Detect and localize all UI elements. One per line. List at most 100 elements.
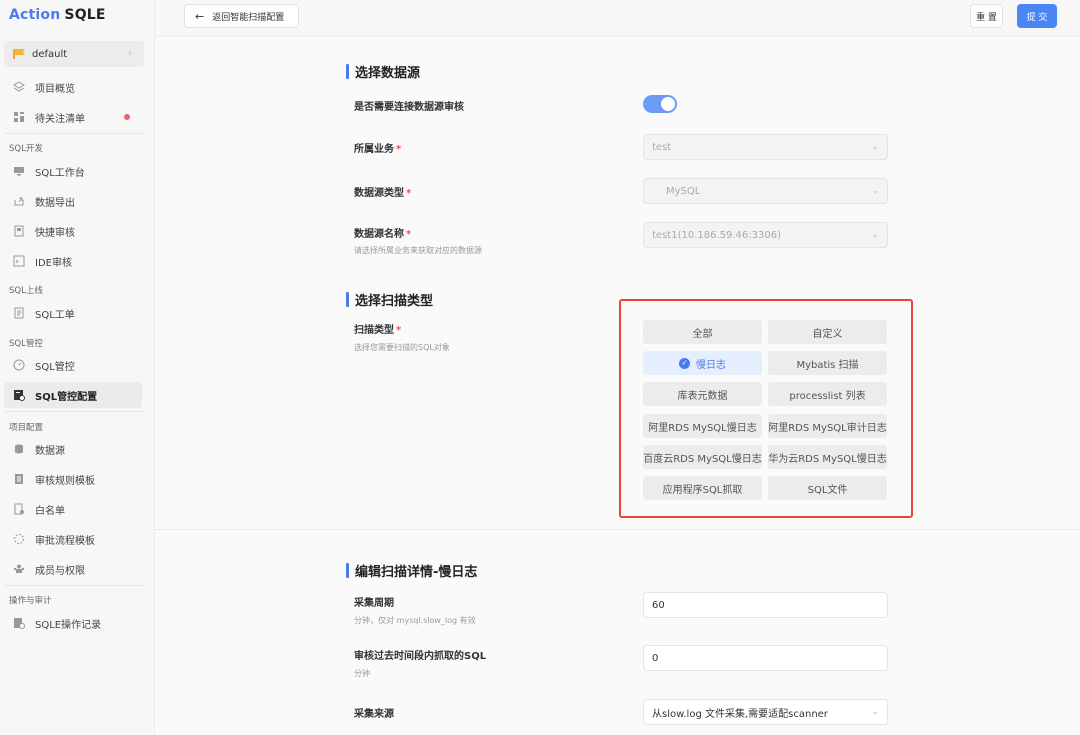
dbtype-select[interactable]: MySQL ⌄ [643, 178, 888, 204]
section-title-ops-audit: 操作与审计 [9, 596, 52, 606]
sidebar-item-data-export[interactable]: 数据导出 [4, 188, 142, 214]
section-title-project-config: 项目配置 [9, 423, 44, 433]
whitelist-icon [14, 503, 24, 515]
dbname-select[interactable]: test1(10.186.59.46:3306) ⌄ [643, 222, 888, 248]
chevron-down-icon: ⌄ [871, 142, 879, 152]
sidebar-divider [4, 411, 144, 412]
sidebar-item-approval-flow[interactable]: 审批流程模板 [4, 526, 142, 552]
scan-option-aliyun-slow[interactable]: 阿里RDS MySQL慢日志 [643, 414, 762, 438]
sidebar-item-overview[interactable]: 项目概览 [4, 74, 142, 100]
scan-option-baidu-slow[interactable]: 百度云RDS MySQL慢日志 [643, 445, 762, 469]
source-select[interactable]: 从slow.log 文件采集,需要适配scanner ⌄ [643, 699, 888, 725]
sidebar-item-label: 数据导出 [35, 197, 75, 209]
past-period-input[interactable]: 0 [643, 645, 888, 671]
chevron-down-icon: ⌄ [871, 186, 879, 196]
scan-option-slow-log[interactable]: ✓ 慢日志 [643, 351, 762, 375]
list-doc-icon [15, 474, 23, 484]
scan-option-sql-file[interactable]: SQL文件 [768, 476, 887, 500]
database-icon [15, 444, 23, 454]
dashboard-icon [14, 112, 24, 122]
logo-action-text: Action [9, 7, 61, 23]
app-logo[interactable]: Action SQLE [9, 7, 106, 23]
period-input[interactable]: 60 [643, 592, 888, 618]
sidebar-item-label: 快捷审核 [35, 227, 75, 239]
section-title-scan-detail: 编辑扫描详情-慢日志 [346, 561, 477, 580]
sidebar-item-datasource[interactable]: 数据源 [4, 436, 142, 462]
sidebar-item-label: IDE审核 [35, 257, 72, 269]
sidebar-item-quick-audit[interactable]: 快捷审核 [4, 218, 142, 244]
sidebar-item-label: 项目概览 [35, 83, 75, 95]
sidebar-divider [4, 133, 144, 134]
dbname-hint: 请选择所属业务来获取对应的数据源 [354, 246, 482, 255]
sidebar-item-ide-audit[interactable]: IDE审核 [4, 248, 142, 274]
flag-icon [13, 49, 25, 59]
logo-sqle-text: SQLE [64, 7, 106, 23]
sidebar-item-label: SQL管控配置 [35, 391, 98, 403]
sidebar-item-sqle-log[interactable]: SQLE操作记录 [4, 610, 142, 636]
period-label: 采集周期 [354, 598, 394, 609]
arrow-left-icon: ← [195, 9, 205, 23]
section-title-datasource: 选择数据源 [346, 62, 420, 81]
scan-option-app-capture[interactable]: 应用程序SQL抓取 [643, 476, 762, 500]
scan-option-processlist[interactable]: processlist 列表 [768, 382, 887, 406]
sidebar-item-label: 待关注清单 [35, 113, 85, 125]
gauge-icon [13, 359, 25, 371]
section-divider [155, 529, 1080, 530]
sidebar-item-watchlist[interactable]: 待关注清单 [4, 104, 142, 130]
reset-button[interactable]: 重 置 [970, 4, 1003, 28]
sidebar-item-sql-workbench[interactable]: SQL工作台 [4, 158, 142, 184]
sidebar-item-members[interactable]: 成员与权限 [4, 556, 142, 582]
config-file-icon [14, 390, 25, 401]
sidebar-item-label: 数据源 [35, 445, 65, 457]
dbname-label: 数据源名称 * [354, 229, 412, 240]
chevron-down-icon: ⌄ [871, 707, 879, 717]
chevron-down-icon: ⌄ [871, 230, 879, 240]
sidebar-item-label: 白名单 [35, 505, 65, 517]
scan-option-mybatis[interactable]: Mybatis 扫描 [768, 351, 887, 375]
notification-dot [124, 114, 130, 120]
sidebar-item-sql-ticket[interactable]: SQL工单 [4, 300, 142, 326]
code-window-icon [13, 255, 25, 267]
sidebar-item-label: SQLE操作记录 [35, 619, 102, 631]
sidebar-item-rule-template[interactable]: 审核规则模板 [4, 466, 142, 492]
sidebar-item-whitelist[interactable]: 白名单 [4, 496, 142, 522]
project-selector[interactable]: default › [4, 41, 144, 67]
check-circle-icon: ✓ [679, 357, 690, 369]
monitor-icon [14, 167, 24, 176]
section-title-sql-dev: SQL开发 [9, 144, 43, 154]
past-period-label: 审核过去时间段内抓取的SQL [354, 651, 487, 662]
ticket-icon [14, 307, 24, 319]
business-label: 所属业务 * [354, 144, 402, 155]
section-title-sql-control: SQL管控 [9, 339, 43, 349]
past-period-hint: 分钟 [354, 669, 370, 678]
flow-icon [14, 534, 24, 544]
sidebar-item-label: SQL工作台 [35, 167, 85, 179]
submit-button[interactable]: 提 交 [1017, 4, 1057, 28]
back-button[interactable]: ← 返回智能扫描配置 [184, 4, 299, 28]
scan-option-all[interactable]: 全部 [643, 320, 762, 344]
scan-option-schema-meta[interactable]: 库表元数据 [643, 382, 762, 406]
audit-log-icon [14, 618, 25, 629]
section-title-scan-type: 选择扫描类型 [346, 290, 433, 309]
sidebar-item-label: SQL工单 [35, 309, 75, 321]
connect-datasource-toggle[interactable] [643, 95, 677, 113]
scan-type-hint: 选择您需要扫描的SQL对象 [354, 343, 450, 352]
business-select[interactable]: test ⌄ [643, 134, 888, 160]
dbtype-label: 数据源类型 * [354, 188, 412, 199]
sidebar-item-sql-control-config[interactable]: SQL管控配置 [4, 382, 142, 408]
source-label: 采集来源 [354, 709, 394, 720]
chevron-right-icon: › [128, 48, 132, 59]
users-icon [13, 564, 25, 573]
scan-option-aliyun-audit[interactable]: 阿里RDS MySQL审计日志 [768, 414, 887, 438]
main-content: 选择数据源 是否需要连接数据源审核 所属业务 * test ⌄ 数据源类型 * My… [155, 37, 1080, 735]
scan-option-custom[interactable]: 自定义 [768, 320, 887, 344]
sidebar-item-sql-control[interactable]: SQL管控 [4, 352, 142, 378]
sidebar-item-label: SQL管控 [35, 361, 75, 373]
scan-option-huawei-slow[interactable]: 华为云RDS MySQL慢日志 [768, 445, 887, 469]
sidebar-divider [4, 585, 144, 586]
connect-datasource-label: 是否需要连接数据源审核 [354, 102, 464, 113]
sidebar-item-label: 审批流程模板 [35, 535, 95, 547]
sidebar-item-label: 审核规则模板 [35, 475, 95, 487]
period-hint: 分钟，仅对 mysql.slow_log 有效 [354, 616, 476, 625]
layers-icon [13, 81, 25, 92]
